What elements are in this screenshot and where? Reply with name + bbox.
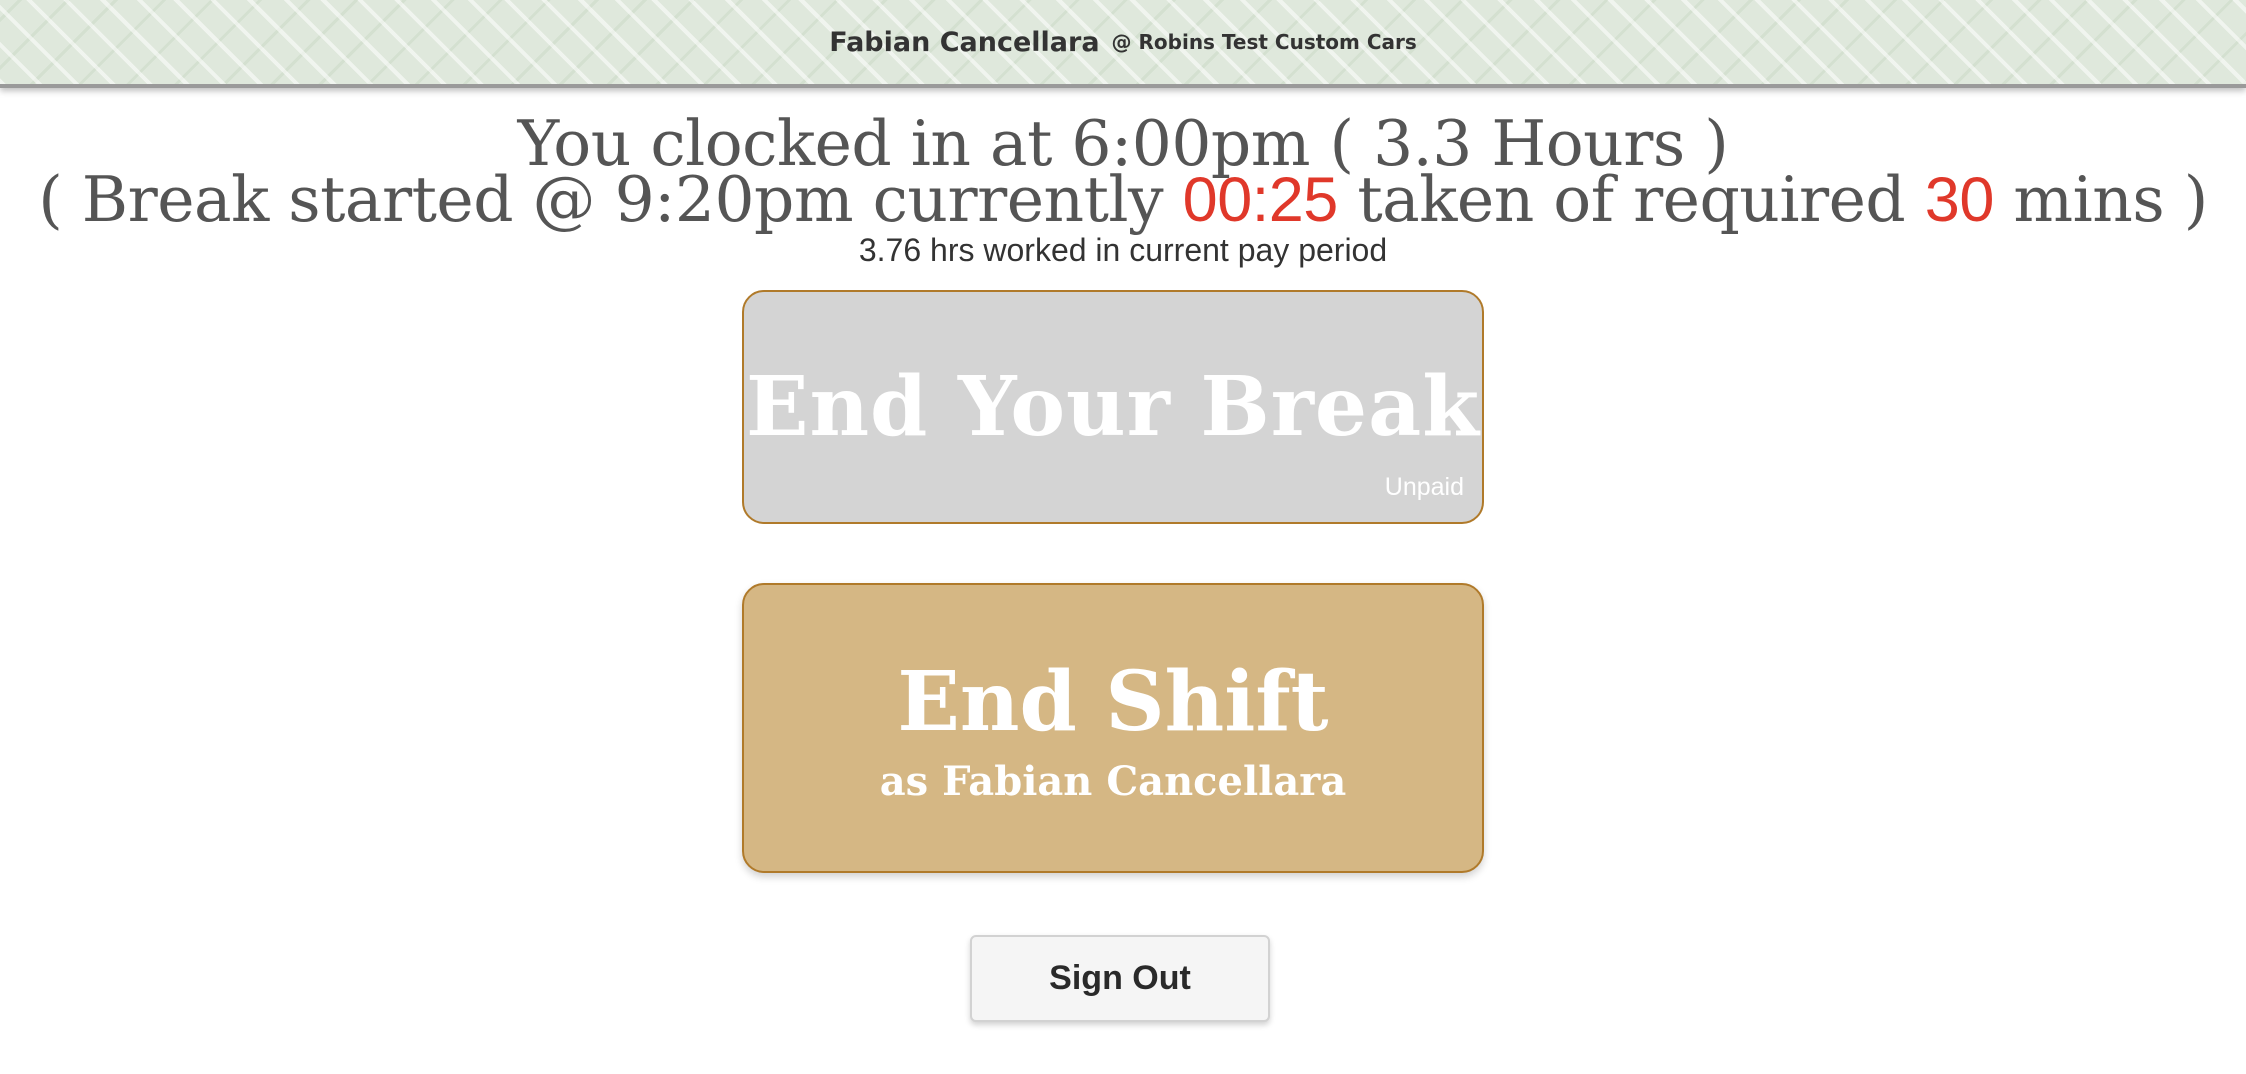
top-header-bar: Fabian Cancellara @ Robins Test Custom C… (0, 0, 2246, 88)
break-status-suffix: mins ) (1993, 163, 2208, 236)
end-break-label: End Your Break (745, 359, 1481, 455)
sign-out-button[interactable]: Sign Out (970, 935, 1270, 1022)
break-status-prefix: ( Break started @ 9:20pm currently (38, 163, 1183, 236)
company-name: @ Robins Test Custom Cars (1111, 30, 1417, 54)
end-shift-user-label: as Fabian Cancellara (879, 757, 1347, 805)
break-elapsed-time: 00:25 (1182, 165, 1339, 235)
end-shift-button[interactable]: End Shift as Fabian Cancellara (742, 583, 1484, 873)
break-status-middle: taken of required (1337, 163, 1925, 236)
unpaid-tag: Unpaid (1384, 473, 1464, 501)
pay-period-hours: 3.76 hrs worked in current pay period (858, 232, 1388, 268)
end-shift-label: End Shift (897, 653, 1329, 750)
user-name: Fabian Cancellara (829, 26, 1100, 58)
break-status: ( Break started @ 9:20pm currently 00:25… (0, 165, 2246, 235)
break-required-minutes: 30 (1924, 165, 1995, 235)
end-break-button[interactable]: End Your Break Unpaid (742, 290, 1484, 524)
